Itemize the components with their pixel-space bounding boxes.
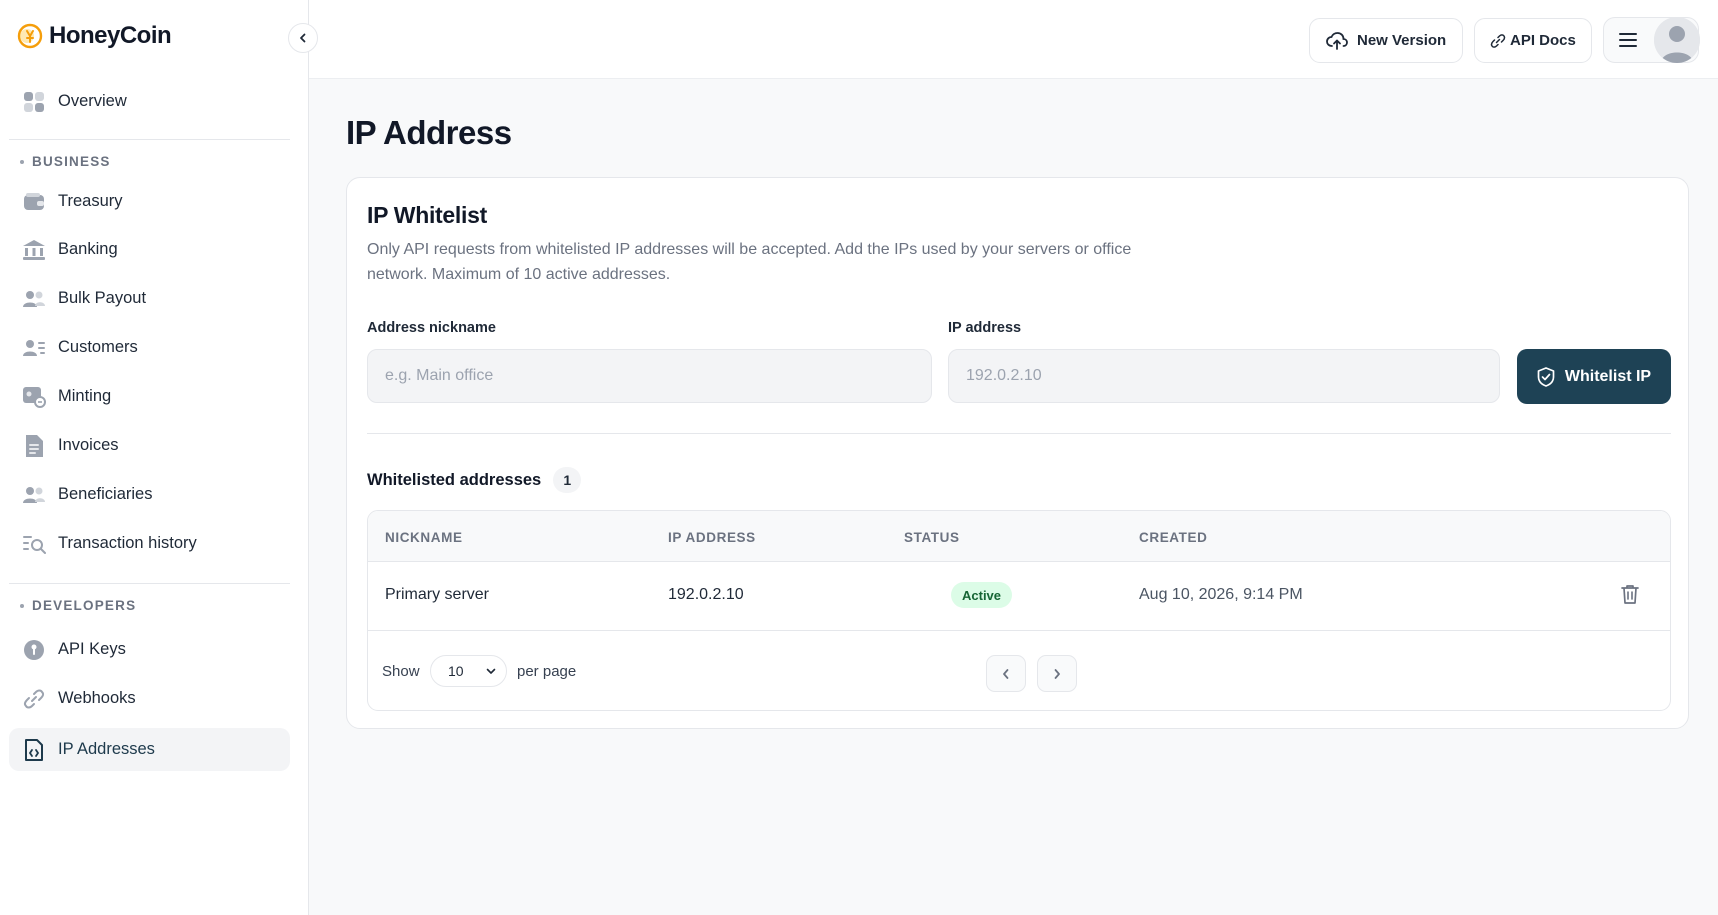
brand[interactable]: HoneyCoin (17, 22, 172, 50)
whitelist-ip-button[interactable]: Whitelist IP (1517, 349, 1671, 404)
chevron-left-icon (1003, 668, 1009, 679)
card-description: Only API requests from whitelisted IP ad… (367, 241, 1132, 283)
brand-name: HoneyCoin (49, 22, 172, 49)
avatar[interactable] (1654, 17, 1700, 63)
sidebar-item-customers[interactable]: Customers (9, 326, 290, 369)
sidebar-item-label: Webhooks (58, 689, 136, 707)
beneficiaries-icon (22, 483, 46, 507)
sidebar-item-label: Banking (58, 240, 118, 258)
key-icon (22, 638, 46, 662)
table-row: Primary server 192.0.2.10 Active Aug 10,… (368, 562, 1670, 631)
show-label: Show (382, 663, 420, 680)
sidebar-item-label: Transaction history (58, 534, 197, 552)
sidebar-item-label: Overview (58, 92, 127, 110)
sidebar-item-label: IP Addresses (58, 740, 155, 758)
bank-icon (22, 238, 46, 262)
sidebar-item-ip-addresses[interactable]: IP Addresses (9, 728, 290, 771)
card-title: IP Whitelist (367, 202, 487, 228)
whitelisted-addresses-heading: Whitelisted addresses 1 (367, 467, 582, 493)
users-icon (22, 287, 46, 311)
row-ip-address: 192.0.2.10 (668, 586, 744, 603)
sidebar-item-banking[interactable]: Banking (9, 228, 290, 271)
chevron-left-icon (300, 33, 306, 43)
ip-address-input[interactable] (948, 349, 1500, 403)
customers-icon (22, 336, 46, 360)
nickname-input[interactable] (367, 349, 932, 403)
shield-check-icon (1537, 366, 1555, 387)
per-page-value: 10 (448, 663, 464, 679)
user-avatar-icon (1654, 17, 1700, 63)
sidebar-item-label: Beneficiaries (58, 485, 153, 503)
api-docs-button[interactable]: API Docs (1474, 18, 1592, 63)
sidebar-item-beneficiaries[interactable]: Beneficiaries (9, 473, 290, 516)
page-title: IP Address (346, 114, 512, 151)
new-version-button[interactable]: New Version (1309, 18, 1464, 63)
trash-icon (1621, 585, 1639, 604)
card-divider (367, 433, 1671, 434)
column-header-created: CREATED (1139, 530, 1208, 545)
sidebar-divider (9, 583, 290, 584)
new-version-label: New Version (1357, 32, 1447, 49)
transaction-search-icon (22, 532, 46, 556)
column-header-nickname: NICKNAME (385, 530, 463, 545)
next-page-button[interactable] (1037, 655, 1077, 692)
sidebar-item-label: Treasury (58, 192, 123, 210)
sidebar-item-treasury[interactable]: Treasury (9, 180, 290, 223)
row-nickname: Primary server (385, 586, 490, 603)
column-header-status: STATUS (904, 530, 960, 545)
sidebar-item-webhooks[interactable]: Webhooks (9, 677, 290, 720)
sidebar-item-label: API Keys (58, 640, 126, 658)
minting-icon (22, 385, 46, 409)
ip-address-label: IP address (948, 320, 1022, 336)
sidebar-item-api-keys[interactable]: API Keys (9, 628, 290, 671)
sidebar-item-transaction-history[interactable]: Transaction history (9, 522, 290, 565)
sidebar-item-invoices[interactable]: Invoices (9, 424, 290, 467)
sidebar-item-bulk-payout[interactable]: Bulk Payout (9, 277, 290, 320)
sidebar-divider (9, 139, 290, 140)
chevron-down-icon (486, 668, 496, 674)
table-header: NICKNAME IP ADDRESS STATUS CREATED (368, 511, 1670, 562)
api-docs-label: API Docs (1510, 32, 1576, 49)
ip-whitelist-card: IP Whitelist Only API requests from whit… (346, 177, 1689, 729)
column-header-ip-address: IP ADDRESS (668, 530, 756, 545)
delete-button[interactable] (1618, 582, 1642, 606)
nickname-label: Address nickname (367, 320, 496, 336)
sidebar-item-label: Invoices (58, 436, 119, 454)
count-badge: 1 (553, 467, 582, 493)
invoice-icon (22, 434, 46, 458)
sidebar-item-label: Minting (58, 387, 112, 405)
sidebar: HoneyCoin Overview BUSINESS Treasury Ban… (0, 0, 309, 915)
previous-page-button[interactable] (986, 655, 1026, 692)
top-header: New Version API Docs (309, 0, 1718, 79)
honeycoin-logo-icon (17, 23, 43, 49)
row-created: Aug 10, 2026, 9:14 PM (1139, 586, 1303, 603)
section-label-developers: DEVELOPERS (20, 598, 136, 613)
whitelist-ip-label: Whitelist IP (1564, 367, 1652, 385)
sidebar-item-label: Customers (58, 338, 138, 356)
per-page-label: per page (517, 663, 577, 680)
sidebar-item-label: Bulk Payout (58, 289, 147, 307)
list-title: Whitelisted addresses (367, 470, 542, 489)
chevron-right-icon (1054, 668, 1060, 679)
sidebar-item-minting[interactable]: Minting (9, 375, 290, 418)
link-icon (1490, 33, 1506, 48)
hamburger-menu-icon (1619, 33, 1637, 47)
section-label-business: BUSINESS (20, 154, 111, 169)
sidebar-item-overview[interactable]: Overview (9, 80, 290, 123)
cloud-upload-icon (1326, 31, 1348, 50)
ip-address-icon (22, 738, 46, 762)
collapse-sidebar-button[interactable] (288, 23, 318, 53)
per-page-select[interactable]: 10 (430, 655, 507, 687)
whitelist-table: NICKNAME IP ADDRESS STATUS CREATED Prima… (367, 510, 1671, 711)
grid-icon (22, 90, 46, 114)
wallet-icon (22, 190, 46, 214)
status-badge: Active (951, 582, 1013, 608)
link-icon (22, 687, 46, 711)
table-footer: Show 10 per page (368, 631, 1670, 710)
